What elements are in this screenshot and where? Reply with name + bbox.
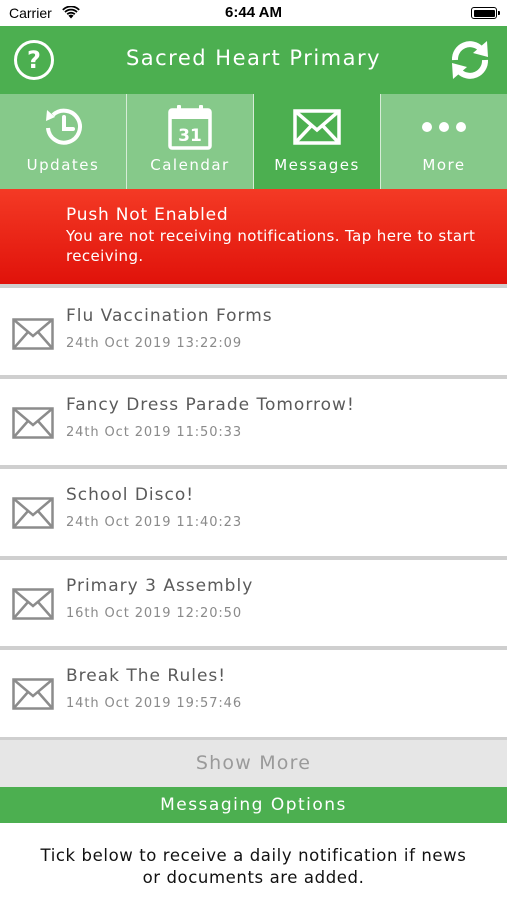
list-item[interactable]: Fancy Dress Parade Tomorrow! 24th Oct 20… (0, 378, 507, 469)
message-date: 24th Oct 2019 11:40:23 (66, 515, 243, 530)
message-title: Break The Rules! (66, 666, 227, 686)
message-title: School Disco! (66, 485, 195, 505)
help-button[interactable]: ? (14, 40, 54, 80)
push-banner-title: Push Not Enabled (66, 205, 229, 225)
more-dots-icon (422, 122, 466, 132)
envelope-icon (12, 406, 54, 439)
list-item[interactable]: Flu Vaccination Forms 24th Oct 2019 13:2… (0, 284, 507, 379)
show-more-button[interactable]: Show More (0, 740, 507, 787)
list-item[interactable]: Break The Rules! 14th Oct 2019 19:57:46 (0, 650, 507, 741)
message-date: 24th Oct 2019 11:50:33 (66, 424, 243, 440)
tab-bar: Updates 31 Calendar Messages More (0, 94, 507, 189)
message-date: 16th Oct 2019 12:20:50 (66, 605, 243, 621)
message-date: 24th Oct 2019 13:22:09 (66, 336, 243, 351)
page-title: Sacred Heart Primary (125, 46, 382, 70)
tab-label: Messages (274, 156, 360, 174)
message-list: Flu Vaccination Forms 24th Oct 2019 13:2… (0, 284, 507, 741)
clock-history-icon (46, 108, 82, 145)
list-item[interactable]: School Disco! 24th Oct 2019 11:40:23 (0, 469, 507, 560)
calendar-day-label: 31 (178, 126, 202, 146)
app-header: ? Sacred Heart Primary (0, 26, 507, 94)
tab-label: Updates (26, 156, 100, 174)
status-time: 6:44 AM (225, 4, 282, 21)
tab-label: More (422, 156, 466, 174)
push-banner-text: You are not receiving notifications. Tap… (66, 227, 476, 265)
help-circle-icon: ? (27, 46, 41, 74)
envelope-icon (12, 678, 54, 710)
envelope-icon (12, 497, 54, 529)
tab-messages[interactable]: Messages (254, 94, 381, 189)
calendar-icon: 31 (168, 105, 212, 150)
envelope-icon (12, 587, 54, 620)
envelope-icon (293, 109, 341, 145)
daily-notification-info: Tick below to receive a daily notificati… (40, 846, 467, 887)
tab-more[interactable]: More (381, 94, 507, 189)
message-title: Flu Vaccination Forms (66, 306, 273, 326)
tab-calendar[interactable]: 31 Calendar (127, 94, 254, 189)
refresh-icon[interactable] (447, 38, 493, 82)
envelope-icon (12, 318, 54, 350)
battery-icon (471, 7, 500, 19)
list-item[interactable]: Primary 3 Assembly 16th Oct 2019 12:20:5… (0, 559, 507, 650)
tab-label: Calendar (150, 156, 230, 174)
messaging-options-header: Messaging Options (0, 787, 507, 823)
message-date: 14th Oct 2019 19:57:46 (66, 696, 243, 711)
message-title: Primary 3 Assembly (66, 575, 254, 596)
status-bar: Carrier 6:44 AM (0, 0, 507, 26)
tab-updates[interactable]: Updates (0, 94, 127, 189)
push-not-enabled-banner[interactable]: Push Not Enabled You are not receiving n… (0, 189, 507, 284)
message-title: Fancy Dress Parade Tomorrow! (66, 394, 355, 415)
